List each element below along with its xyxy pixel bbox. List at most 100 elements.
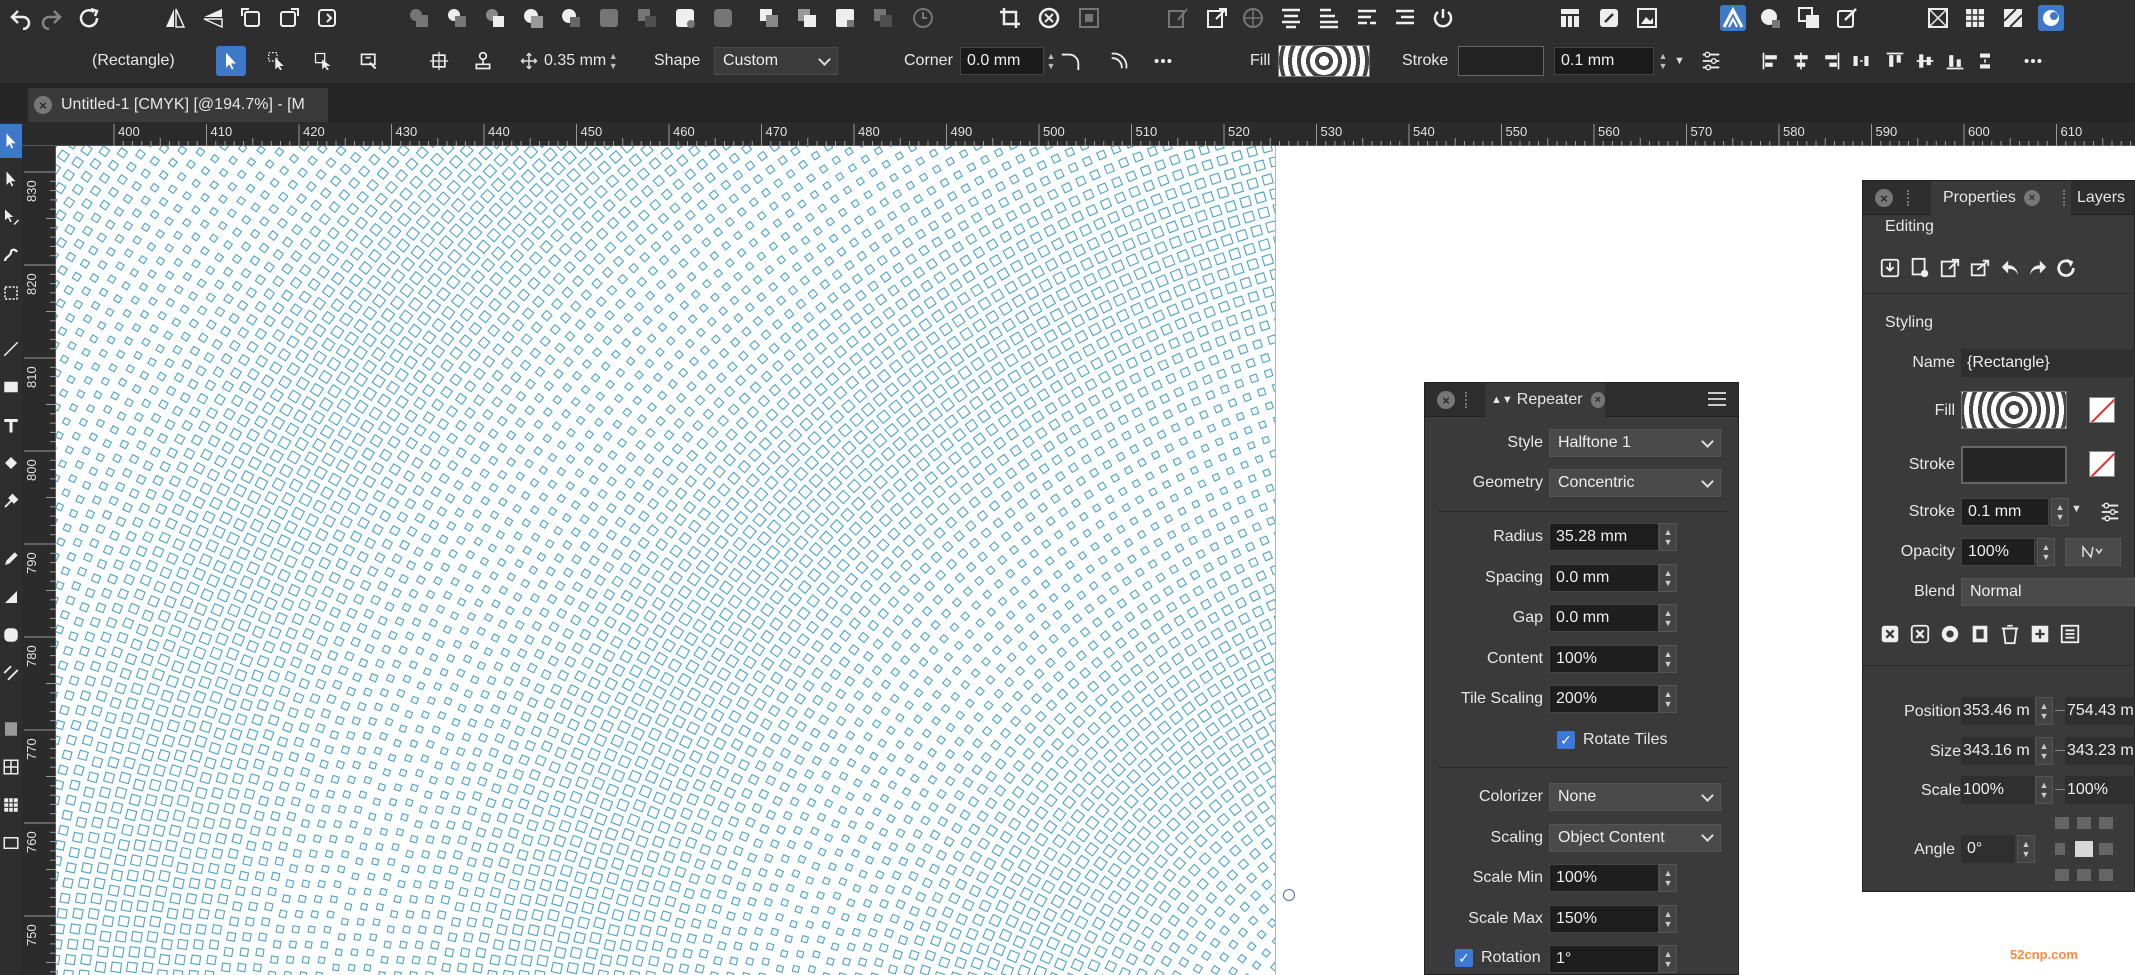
arrange-back-icon[interactable]	[832, 5, 858, 31]
distribute-vertical-icon[interactable]	[1970, 46, 2000, 76]
preview-mode-icon[interactable]	[2038, 5, 2064, 31]
transparency-tool-icon[interactable]	[0, 580, 22, 614]
text-wrap-icon[interactable]	[1354, 5, 1380, 31]
clock-icon[interactable]	[910, 5, 936, 31]
stroke-swatch[interactable]	[1961, 446, 2067, 484]
list-icon[interactable]	[2057, 621, 2083, 647]
symbol-icon[interactable]	[1036, 5, 1062, 31]
close-tab-icon[interactable]: ×	[1590, 392, 1605, 408]
size-width-input[interactable]: 343.16 m	[1961, 737, 2035, 765]
text-flow-icon[interactable]	[1392, 5, 1418, 31]
distribute-horizontal-icon[interactable]	[1846, 46, 1876, 76]
merge-curves-icon[interactable]	[634, 5, 660, 31]
separate-curves-icon[interactable]	[672, 5, 698, 31]
image-icon[interactable]	[1634, 5, 1660, 31]
boolean-subtract-icon[interactable]	[444, 5, 470, 31]
size-height-input[interactable]: 343.23 m	[2065, 737, 2135, 765]
position-y-input[interactable]: 754.43 m	[2065, 697, 2135, 725]
stroke-settings-icon[interactable]	[2097, 499, 2123, 525]
width-stepper[interactable]: ▲ ▼	[606, 47, 620, 75]
spacing-input[interactable]: 0.0 mm	[1549, 563, 1659, 592]
align-text-top-icon[interactable]	[1278, 5, 1304, 31]
rotate-right-icon[interactable]	[276, 5, 302, 31]
stroke-caret-icon[interactable]: ▼	[1674, 55, 1685, 67]
size-width-stepper[interactable]: ▲ ▼	[2035, 737, 2053, 765]
boolean-add-icon[interactable]	[406, 5, 432, 31]
opacity-stepper[interactable]: ▲ ▼	[2037, 538, 2055, 566]
refresh-icon[interactable]	[2053, 255, 2079, 281]
panel-menu-icon[interactable]	[1708, 392, 1726, 406]
power-icon[interactable]	[1430, 5, 1456, 31]
width-value[interactable]: 0.35 mm	[544, 52, 606, 70]
grid-view-icon[interactable]	[1962, 5, 1988, 31]
stroke-width-stepper[interactable]: ▲ ▼	[2051, 498, 2069, 526]
transform-panel-icon[interactable]	[354, 46, 384, 76]
export-icon[interactable]	[1204, 5, 1230, 31]
redo-icon[interactable]	[38, 5, 64, 31]
boolean-divide-icon[interactable]	[558, 5, 584, 31]
more-options-icon[interactable]	[1148, 46, 1178, 76]
node-select-icon[interactable]	[262, 46, 292, 76]
close-curve-icon[interactable]	[710, 5, 736, 31]
position-x-stepper[interactable]: ▲ ▼	[2035, 697, 2053, 725]
stroke-width-input[interactable]: 0.1 mm	[1554, 47, 1654, 75]
corner-curve-icon[interactable]	[1056, 46, 1086, 76]
transform-icon[interactable]	[314, 5, 340, 31]
shape-tool-icon[interactable]	[0, 618, 22, 652]
tile-scaling-input[interactable]: 200%	[1549, 685, 1659, 713]
gradient-tool-icon[interactable]	[0, 656, 22, 690]
eyedropper-tool-icon[interactable]	[0, 484, 22, 518]
stroke-caret-icon[interactable]: ▼	[2071, 503, 2082, 515]
line-tool-icon[interactable]	[0, 332, 22, 366]
rotation-stepper[interactable]: ▲ ▼	[1659, 945, 1677, 973]
close-panel-icon[interactable]: ×	[1875, 189, 1893, 207]
stroke-swatch[interactable]	[1458, 46, 1544, 76]
radius-stepper[interactable]: ▲ ▼	[1659, 523, 1677, 551]
drag-grip-icon[interactable]	[1465, 392, 1467, 408]
arrange-forward-icon[interactable]	[794, 5, 820, 31]
opacity-curve-dropdown[interactable]	[2065, 538, 2121, 566]
shape-mode-icon[interactable]	[1757, 5, 1783, 31]
rotation-input[interactable]: 1°	[1549, 945, 1659, 973]
frame-icon[interactable]	[1076, 5, 1102, 31]
fill-swatch[interactable]	[1961, 391, 2067, 429]
opacity-input[interactable]: 100%	[1961, 538, 2035, 566]
arrange-front-icon[interactable]	[756, 5, 782, 31]
fill-tool-icon[interactable]	[0, 446, 22, 480]
document-tab[interactable]: × Untitled-1 [CMYK] [@194.7%] - [M	[28, 88, 328, 122]
table-icon[interactable]	[1557, 5, 1583, 31]
undo-icon[interactable]	[1997, 255, 2023, 281]
rectangle-tool-icon[interactable]	[0, 370, 22, 404]
position-x-input[interactable]: 353.46 m	[1961, 697, 2035, 725]
boolean-intersect-icon[interactable]	[482, 5, 508, 31]
node-tool-icon[interactable]	[0, 162, 22, 196]
name-field[interactable]: {Rectangle}	[1961, 349, 2135, 377]
edit-object-icon[interactable]	[1834, 5, 1860, 31]
group-icon[interactable]	[1796, 5, 1822, 31]
link-icon[interactable]	[1596, 5, 1622, 31]
share-icon[interactable]	[1967, 255, 1993, 281]
gap-stepper[interactable]: ▲ ▼	[1659, 604, 1677, 632]
arrange-backward-icon[interactable]	[870, 5, 896, 31]
baseline-icon[interactable]	[468, 46, 498, 76]
align-text-bottom-icon[interactable]	[1316, 5, 1342, 31]
more-align-icon[interactable]	[2018, 46, 2048, 76]
corner-input[interactable]: 0.0 mm	[960, 47, 1044, 75]
scale-min-input[interactable]: 100%	[1549, 864, 1659, 892]
zoom-tool-icon[interactable]	[0, 712, 22, 746]
flip-horizontal-icon[interactable]	[162, 5, 188, 31]
stroke-width-input[interactable]: 0.1 mm	[1961, 498, 2049, 526]
style-dropdown[interactable]: Halftone 1	[1549, 429, 1721, 457]
spacing-stepper[interactable]: ▲ ▼	[1659, 563, 1677, 592]
content-input[interactable]: 100%	[1549, 644, 1659, 673]
halftone-repeater-artwork[interactable]	[56, 146, 1275, 975]
redo-icon[interactable]	[2025, 255, 2051, 281]
artboard-tool-icon[interactable]	[0, 826, 22, 860]
angle-stepper[interactable]: ▲ ▼	[2017, 835, 2035, 863]
tile-scaling-stepper[interactable]: ▲ ▼	[1659, 685, 1677, 713]
add-icon[interactable]	[2027, 621, 2053, 647]
properties-tab[interactable]: Properties ×	[1931, 181, 2071, 215]
undo-icon[interactable]	[8, 5, 34, 31]
snapping-icon[interactable]	[1720, 5, 1746, 31]
scale-min-stepper[interactable]: ▲ ▼	[1659, 864, 1677, 892]
